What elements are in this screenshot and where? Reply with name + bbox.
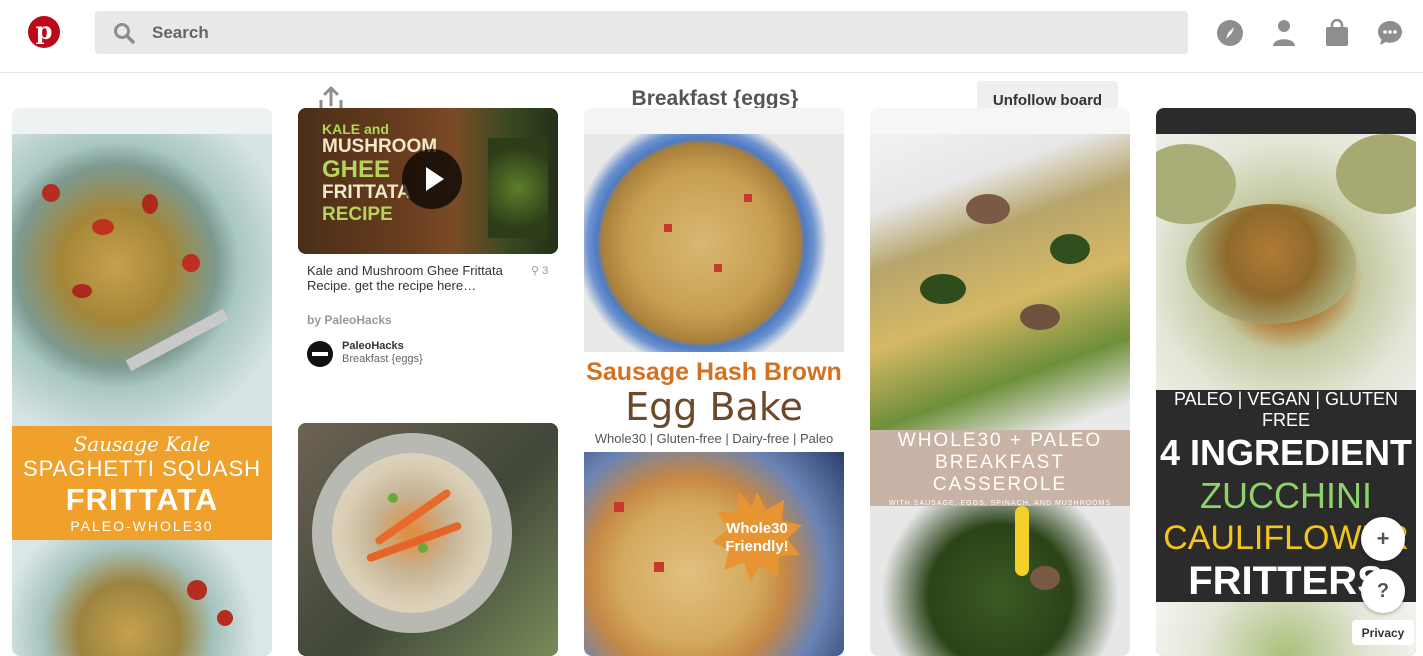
pin-title-line: Sausage Hash Brown bbox=[586, 358, 842, 386]
frittata-photo-2 bbox=[12, 540, 272, 656]
pin-title-line: PALEO-WHOLE30 bbox=[70, 518, 214, 534]
casserole-photo-2 bbox=[870, 506, 1130, 656]
pin-title-line: PALEO | VEGAN | GLUTEN FREE bbox=[1173, 389, 1399, 430]
pin-title-line: 4 INGREDIENT bbox=[1159, 432, 1413, 473]
search-icon bbox=[114, 23, 135, 44]
casserole-photo bbox=[870, 134, 1130, 436]
privacy-link[interactable]: Privacy bbox=[1352, 620, 1414, 645]
pin-title-line: ZUCCHINI bbox=[1200, 475, 1372, 516]
pin-title-line: WHOLE30 + PALEO bbox=[897, 429, 1103, 451]
badge-line: Friendly! bbox=[725, 538, 789, 555]
profile-icon[interactable] bbox=[1271, 20, 1297, 46]
pin-source[interactable]: by PaleoHacks bbox=[307, 313, 392, 327]
pin-title-band: Sausage Kale SPAGHETTI SQUASH FRITTATA P… bbox=[12, 426, 272, 540]
pin-title-line: FRITTERS bbox=[1188, 559, 1384, 603]
repin-count: ⚲ 3 bbox=[531, 264, 548, 277]
badge-line: Whole30 bbox=[726, 520, 788, 537]
shopping-bag-icon[interactable] bbox=[1324, 19, 1350, 46]
help-button[interactable]: ? bbox=[1361, 569, 1405, 613]
pinterest-logo-letter: p bbox=[35, 16, 53, 45]
repin-count-value: 3 bbox=[542, 265, 549, 277]
pin-spaghetti-squash-frittata[interactable]: Sausage Kale SPAGHETTI SQUASH FRITTATA P… bbox=[12, 108, 272, 656]
rice-bowl-photo bbox=[298, 423, 558, 656]
overlay-line: KALE and bbox=[322, 121, 389, 137]
pinner-board[interactable]: Breakfast {eggs} bbox=[342, 353, 423, 365]
add-icon: + bbox=[1376, 526, 1390, 551]
whole30-badge: Whole30 Friendly! bbox=[712, 492, 802, 582]
pin-title-line: BREAKFAST CASSEROLE bbox=[932, 451, 1068, 495]
pin-title-line: Sausage Kale bbox=[73, 432, 211, 456]
pin-title-line: Whole30 | Gluten-free | Dairy-free | Pal… bbox=[594, 431, 834, 446]
pinner-name[interactable]: PaleoHacks bbox=[342, 340, 404, 352]
pin-title-line: FRITTATA bbox=[65, 482, 219, 517]
compass-icon[interactable] bbox=[1217, 20, 1243, 46]
top-header: p bbox=[0, 0, 1423, 73]
play-icon[interactable] bbox=[402, 149, 462, 209]
search-bar[interactable] bbox=[95, 11, 1188, 54]
egg-bake-photo bbox=[584, 134, 844, 352]
pin-title-line: Egg Bake bbox=[625, 385, 803, 429]
pin-rice-bowl[interactable] bbox=[298, 423, 558, 656]
pin-title-band: Sausage Hash Brown Egg Bake Whole30 | Gl… bbox=[584, 352, 844, 452]
fritters-photo bbox=[1156, 134, 1416, 390]
pin-description[interactable]: Kale and Mushroom Ghee Frittata Recipe. … bbox=[307, 263, 517, 293]
frittata-photo bbox=[12, 134, 272, 426]
messages-icon[interactable] bbox=[1377, 20, 1403, 46]
pin-breakfast-casserole[interactable]: WHOLE30 + PALEO BREAKFAST CASSEROLE WITH… bbox=[870, 108, 1130, 656]
overlay-line: RECIPE bbox=[322, 204, 393, 225]
pinterest-logo[interactable]: p bbox=[28, 16, 60, 48]
pinner-avatar[interactable] bbox=[307, 341, 333, 367]
pin-sausage-hash-brown[interactable]: Sausage Hash Brown Egg Bake Whole30 | Gl… bbox=[584, 108, 844, 656]
help-icon: ? bbox=[1376, 579, 1390, 602]
pin-title-band: WHOLE30 + PALEO BREAKFAST CASSEROLE WITH… bbox=[870, 429, 1130, 507]
add-pin-button[interactable]: + bbox=[1361, 517, 1405, 561]
pin-title-line: SPAGHETTI SQUASH bbox=[22, 456, 262, 481]
search-input[interactable] bbox=[152, 11, 1152, 54]
pin-icon: ⚲ bbox=[531, 265, 540, 277]
